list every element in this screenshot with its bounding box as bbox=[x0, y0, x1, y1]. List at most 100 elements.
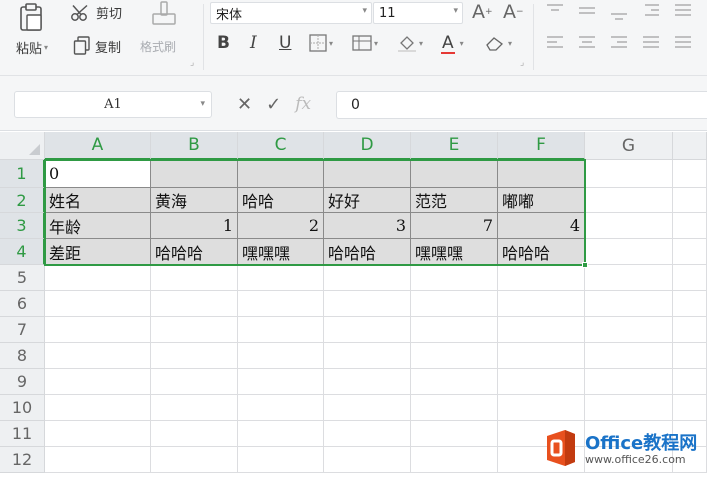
fill-handle[interactable] bbox=[582, 262, 588, 268]
cell-a10[interactable] bbox=[45, 395, 151, 421]
paste-button[interactable] bbox=[18, 2, 44, 32]
fill-color-icon[interactable]: ▾ bbox=[397, 32, 423, 54]
row-header-6[interactable]: 6 bbox=[0, 291, 45, 317]
cell-g9[interactable] bbox=[585, 369, 673, 395]
cell-a11[interactable] bbox=[45, 421, 151, 447]
cell-g4[interactable] bbox=[585, 239, 673, 265]
cell-b2[interactable]: 黄海 bbox=[151, 188, 238, 213]
cell-c11[interactable] bbox=[238, 421, 324, 447]
cell-d9[interactable] bbox=[324, 369, 411, 395]
cell-f3[interactable]: 4 bbox=[498, 213, 585, 239]
cell-f6[interactable] bbox=[498, 291, 585, 317]
cell-overflow[interactable] bbox=[673, 369, 707, 395]
cell-e8[interactable] bbox=[411, 343, 498, 369]
cell-b4[interactable]: 哈哈哈 bbox=[151, 239, 238, 265]
cell-f1[interactable] bbox=[498, 160, 585, 188]
cell-b6[interactable] bbox=[151, 291, 238, 317]
cell-f9[interactable] bbox=[498, 369, 585, 395]
cell-overflow[interactable] bbox=[673, 343, 707, 369]
cell-overflow[interactable] bbox=[673, 317, 707, 343]
row-header-9[interactable]: 9 bbox=[0, 369, 45, 395]
font-launcher-icon[interactable]: ⌟ bbox=[520, 58, 524, 68]
select-all-button[interactable] bbox=[0, 132, 45, 160]
column-header-c[interactable]: C bbox=[238, 132, 324, 160]
row-header-11[interactable]: 11 bbox=[0, 421, 45, 447]
cell-f8[interactable] bbox=[498, 343, 585, 369]
row-header-5[interactable]: 5 bbox=[0, 265, 45, 291]
cell-g2[interactable] bbox=[585, 188, 673, 213]
row-header-8[interactable]: 8 bbox=[0, 343, 45, 369]
cell-a1[interactable]: 0 bbox=[45, 160, 151, 188]
cell-a4[interactable]: 差距 bbox=[45, 239, 151, 265]
cell-style-icon[interactable]: ▾ bbox=[352, 32, 378, 54]
cell-overflow[interactable] bbox=[673, 160, 707, 188]
row-header-7[interactable]: 7 bbox=[0, 317, 45, 343]
column-header-b[interactable]: B bbox=[151, 132, 238, 160]
confirm-icon[interactable]: ✓ bbox=[266, 94, 281, 115]
cell-c6[interactable] bbox=[238, 291, 324, 317]
cell-d6[interactable] bbox=[324, 291, 411, 317]
cell-c4[interactable]: 嘿嘿嘿 bbox=[238, 239, 324, 265]
row-header-12[interactable]: 12 bbox=[0, 447, 45, 473]
cell-overflow[interactable] bbox=[673, 188, 707, 213]
cell-b11[interactable] bbox=[151, 421, 238, 447]
name-box[interactable]: A1 ▾ bbox=[14, 91, 212, 118]
cell-b3[interactable]: 1 bbox=[151, 213, 238, 239]
font-size-select[interactable]: 11 ▾ bbox=[373, 2, 463, 24]
row-header-3[interactable]: 3 bbox=[0, 213, 45, 239]
cell-c12[interactable] bbox=[238, 447, 324, 473]
align-icon[interactable] bbox=[547, 0, 707, 60]
underline-icon[interactable]: U bbox=[279, 32, 291, 54]
cell-a6[interactable] bbox=[45, 291, 151, 317]
column-header-e[interactable]: E bbox=[411, 132, 498, 160]
cell-g7[interactable] bbox=[585, 317, 673, 343]
cell-e12[interactable] bbox=[411, 447, 498, 473]
cell-f10[interactable] bbox=[498, 395, 585, 421]
cell-a9[interactable] bbox=[45, 369, 151, 395]
cell-b8[interactable] bbox=[151, 343, 238, 369]
cell-c1[interactable] bbox=[238, 160, 324, 188]
cell-g1[interactable] bbox=[585, 160, 673, 188]
cell-d12[interactable] bbox=[324, 447, 411, 473]
row-header-2[interactable]: 2 bbox=[0, 188, 45, 213]
cell-b12[interactable] bbox=[151, 447, 238, 473]
cell-c5[interactable] bbox=[238, 265, 324, 291]
column-header-a[interactable]: A bbox=[45, 132, 151, 160]
cell-e7[interactable] bbox=[411, 317, 498, 343]
cell-a12[interactable] bbox=[45, 447, 151, 473]
shrink-font-icon[interactable]: A − bbox=[503, 1, 524, 23]
cell-a5[interactable] bbox=[45, 265, 151, 291]
cell-d4[interactable]: 哈哈哈 bbox=[324, 239, 411, 265]
font-color-icon[interactable]: A ▾ bbox=[441, 32, 464, 54]
cell-g10[interactable] bbox=[585, 395, 673, 421]
clear-icon[interactable]: ▾ bbox=[484, 32, 512, 54]
cell-d2[interactable]: 好好 bbox=[324, 188, 411, 213]
cell-g6[interactable] bbox=[585, 291, 673, 317]
column-header-d[interactable]: D bbox=[324, 132, 411, 160]
cell-c3[interactable]: 2 bbox=[238, 213, 324, 239]
cell-e3[interactable]: 7 bbox=[411, 213, 498, 239]
cell-d7[interactable] bbox=[324, 317, 411, 343]
paste-label-button[interactable]: 粘贴 ▾ bbox=[16, 38, 48, 57]
grow-font-icon[interactable]: A + bbox=[472, 1, 493, 23]
cell-e11[interactable] bbox=[411, 421, 498, 447]
format-painter-button[interactable]: 格式刷 bbox=[140, 38, 176, 55]
cell-c8[interactable] bbox=[238, 343, 324, 369]
bold-icon[interactable]: B bbox=[217, 32, 230, 54]
cancel-icon[interactable]: ✕ bbox=[237, 94, 252, 115]
cell-b7[interactable] bbox=[151, 317, 238, 343]
cell-c2[interactable]: 哈哈 bbox=[238, 188, 324, 213]
cell-overflow[interactable] bbox=[673, 395, 707, 421]
cell-a2[interactable]: 姓名 bbox=[45, 188, 151, 213]
cell-overflow[interactable] bbox=[673, 239, 707, 265]
cell-d11[interactable] bbox=[324, 421, 411, 447]
font-name-select[interactable]: 宋体 ▾ bbox=[210, 2, 372, 24]
cell-e5[interactable] bbox=[411, 265, 498, 291]
cell-d1[interactable] bbox=[324, 160, 411, 188]
cell-f4[interactable]: 哈哈哈 bbox=[498, 239, 585, 265]
cell-overflow[interactable] bbox=[673, 213, 707, 239]
cell-e2[interactable]: 范范 bbox=[411, 188, 498, 213]
cell-b10[interactable] bbox=[151, 395, 238, 421]
cell-g5[interactable] bbox=[585, 265, 673, 291]
formula-input[interactable]: 0 bbox=[336, 91, 707, 119]
